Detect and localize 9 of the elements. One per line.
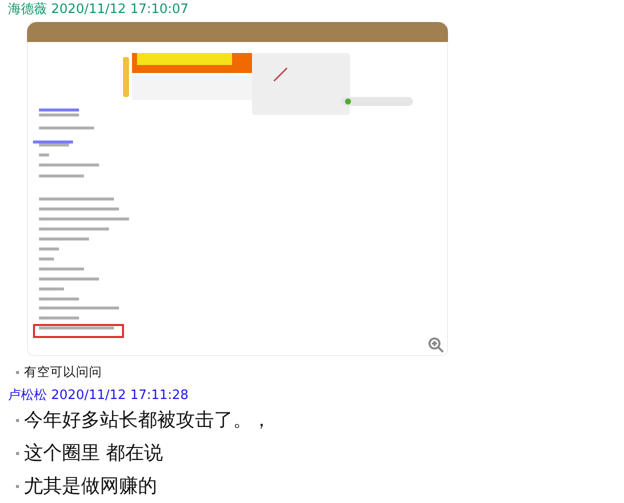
- message-text: 这个圈里 都在说: [24, 441, 164, 466]
- message-time: 2020/11/12 17:10:07: [50, 2, 189, 17]
- message-time: 2020/11/12 17:11:28: [50, 388, 189, 403]
- sender-name: 卢松松: [8, 388, 47, 403]
- message-text: 今年好多站长都被攻击了。，: [24, 408, 271, 433]
- zoom-in-icon[interactable]: [428, 337, 444, 353]
- message-text: 有空可以问问: [24, 364, 102, 380]
- sender-name: 海德薇: [8, 2, 47, 17]
- message-text: 尤其是做网赚的: [24, 474, 157, 499]
